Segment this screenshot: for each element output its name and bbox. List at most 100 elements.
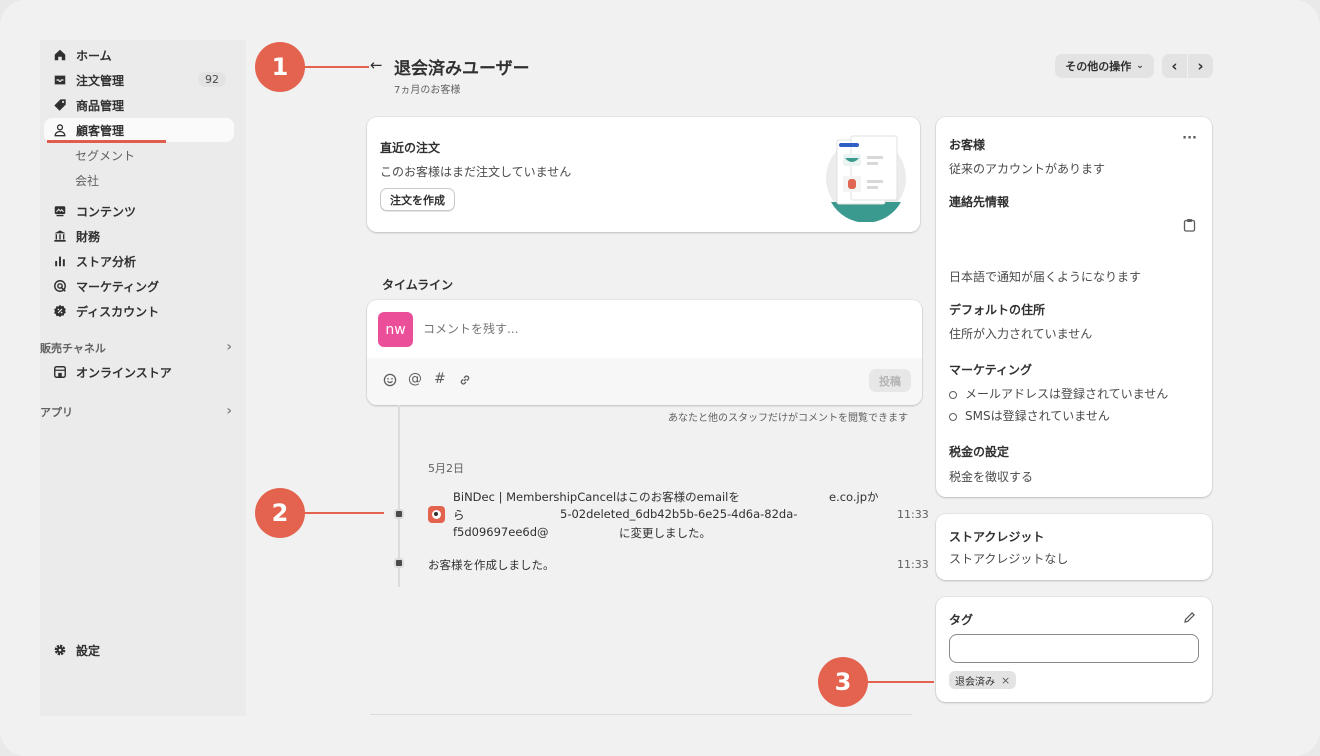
event-time: 11:33 — [897, 558, 929, 571]
sidebar-item-content[interactable]: コンテンツ — [44, 199, 234, 223]
contact-info-title: 連絡先情報 — [949, 195, 1010, 209]
recent-orders-title: 直近の注文 — [380, 141, 441, 155]
apps-label: アプリ — [40, 406, 73, 419]
avatar: nw — [378, 312, 413, 347]
page-title: 退会済みユーザー — [394, 59, 530, 79]
notification-language-text: 日本語で通知が届くようになります — [949, 270, 1142, 284]
sidebar-item-marketing[interactable]: マーケティング — [44, 274, 234, 298]
sidebar-item-products[interactable]: 商品管理 — [44, 93, 234, 117]
gear-icon — [52, 642, 68, 658]
clipboard-icon[interactable] — [1183, 218, 1196, 235]
post-button[interactable]: 投稿 — [869, 369, 911, 392]
timeline-dot — [394, 558, 404, 568]
divider — [370, 714, 912, 715]
sidebar-item-customers[interactable]: 顧客管理 — [44, 118, 234, 142]
sidebar-item-orders[interactable]: 注文管理 92 — [44, 68, 234, 92]
recent-orders-empty-text: このお客様はまだ注文していません — [380, 165, 572, 179]
callout-badge-3: 3 — [818, 657, 868, 707]
event-text-line1a: BiNDec | MembershipCancelはこのお客様のemailを — [453, 490, 740, 504]
circle-outline-icon — [949, 412, 957, 421]
sidebar-item-label: ディスカウント — [76, 304, 160, 319]
orders-count-badge: 92 — [198, 72, 226, 87]
sidebar-item-finance[interactable]: 財務 — [44, 224, 234, 248]
back-arrow-icon[interactable]: ← — [370, 56, 383, 74]
tag-chip-label: 退会済み — [955, 676, 995, 688]
comment-toolbar: @ # 投稿 — [367, 358, 922, 405]
sidebar-item-label: ホーム — [76, 48, 112, 63]
timeline-notice: あなたと他のスタッフだけがコメントを閲覧できます — [668, 413, 908, 424]
apps-header[interactable]: アプリ › — [40, 403, 236, 420]
link-icon[interactable] — [458, 373, 472, 390]
store-credit-card: ストアクレジット ストアクレジットなし — [936, 514, 1212, 580]
orders-illustration — [826, 135, 906, 222]
hashtag-icon[interactable]: # — [434, 371, 446, 387]
app-frame: ホーム 注文管理 92 商品管理 顧客管理 セグメント 会社 コンテンツ 財務 … — [0, 0, 1320, 756]
event-text-line1b: e.co.jpか — [829, 490, 879, 504]
tax-settings-text: 税金を徴収する — [949, 470, 1034, 484]
more-actions-button[interactable]: その他の操作 ⌄ — [1055, 54, 1154, 78]
remove-tag-icon[interactable]: × — [1001, 674, 1010, 687]
sidebar-item-label: 設定 — [76, 643, 101, 658]
default-address-title: デフォルトの住所 — [949, 303, 1046, 317]
marketing-title: マーケティング — [949, 363, 1033, 377]
customer-title: お客様 — [949, 138, 986, 152]
target-icon — [52, 278, 68, 294]
default-address-text: 住所が入力されていません — [949, 327, 1093, 341]
event-text: お客様を作成しました。 — [428, 558, 555, 572]
timeline-title: タイムライン — [382, 278, 454, 292]
event-text-line2a: ら — [453, 508, 465, 522]
callout-badge-2: 2 — [255, 488, 305, 538]
emoji-icon[interactable] — [383, 373, 397, 390]
bar-chart-icon — [52, 253, 68, 269]
chevron-right-icon: › — [226, 339, 232, 355]
sidebar-item-analytics[interactable]: ストア分析 — [44, 249, 234, 273]
customer-card: お客様 ··· 従来のアカウントがあります 連絡先情報 日本語で通知が届くように… — [936, 117, 1212, 497]
account-status-text: 従来のアカウントがあります — [949, 162, 1106, 176]
callout-badge-1: 1 — [255, 42, 305, 92]
sales-channels-label: 販売チャネル — [40, 342, 106, 355]
create-order-button[interactable]: 注文を作成 — [380, 188, 455, 211]
marketing-sms-status: SMSは登録されていません — [949, 407, 1110, 424]
comment-box: nw @ # 投稿 — [367, 300, 922, 405]
tag-icon — [52, 97, 68, 113]
marketing-email-status: メールアドレスは登録されていません — [949, 385, 1168, 402]
sidebar-item-home[interactable]: ホーム — [44, 43, 234, 67]
page-subtitle: 7ヵ月のお客様 — [394, 85, 461, 96]
more-options-icon[interactable]: ··· — [1182, 131, 1197, 146]
next-customer-button[interactable]: › — [1188, 54, 1213, 78]
highlight-underline — [47, 140, 166, 143]
sidebar: ホーム 注文管理 92 商品管理 顧客管理 セグメント 会社 コンテンツ 財務 … — [40, 40, 246, 716]
bank-icon — [52, 228, 68, 244]
person-icon — [52, 122, 68, 138]
sidebar-item-label: 注文管理 — [76, 73, 125, 88]
sidebar-sub-segments[interactable]: セグメント — [75, 147, 135, 164]
sidebar-item-label: マーケティング — [76, 279, 160, 294]
sidebar-sub-companies[interactable]: 会社 — [75, 172, 99, 189]
tags-input[interactable] — [949, 634, 1199, 663]
recent-orders-card: 直近の注文 このお客様はまだ注文していません 注文を作成 — [367, 117, 920, 232]
content-icon — [52, 203, 68, 219]
sidebar-item-online-store[interactable]: オンラインストア — [44, 360, 234, 384]
more-actions-label: その他の操作 — [1065, 60, 1132, 73]
event-time: 11:33 — [897, 508, 929, 521]
timeline-date: 5月2日 — [428, 462, 464, 475]
mention-icon[interactable]: @ — [408, 371, 422, 387]
sales-channels-header[interactable]: 販売チャネル › — [40, 339, 236, 356]
tax-settings-title: 税金の設定 — [949, 445, 1010, 459]
store-credit-text: ストアクレジットなし — [949, 552, 1069, 566]
tag-chip: 退会済み × — [949, 671, 1017, 689]
pencil-icon[interactable] — [1183, 611, 1196, 627]
comment-input[interactable] — [423, 318, 903, 340]
event-text-line3a: f5d09697ee6d@ — [453, 525, 549, 539]
sidebar-item-discounts[interactable]: ディスカウント — [44, 299, 234, 323]
app-event-icon — [428, 506, 445, 523]
marketing-sms-text: SMSは登録されていません — [965, 409, 1110, 423]
sidebar-item-label: ストア分析 — [76, 254, 137, 269]
previous-customer-button[interactable]: ‹ — [1162, 54, 1187, 78]
store-credit-title: ストアクレジット — [949, 530, 1045, 544]
discount-icon — [52, 303, 68, 319]
sidebar-item-settings[interactable]: 設定 — [44, 638, 234, 662]
callout-line-3 — [866, 681, 934, 683]
sidebar-item-label: コンテンツ — [76, 204, 137, 219]
sidebar-item-label: 顧客管理 — [76, 123, 125, 138]
